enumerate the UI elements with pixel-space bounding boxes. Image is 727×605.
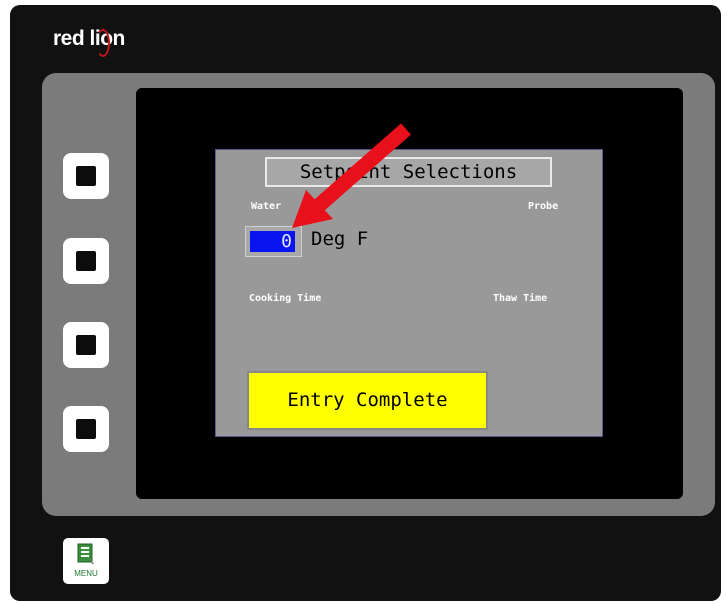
soft-key-1[interactable] — [63, 153, 109, 199]
cooking-time-label: Cooking Time — [249, 293, 322, 304]
soft-key-icon — [76, 166, 96, 186]
menu-button[interactable]: MENU — [63, 538, 109, 584]
soft-key-2[interactable] — [63, 238, 109, 284]
lion-mark: i — [94, 27, 101, 50]
soft-key-icon — [76, 419, 96, 439]
menu-icon — [77, 543, 94, 564]
probe-label: Probe — [528, 201, 559, 212]
soft-key-4[interactable] — [63, 406, 109, 452]
soft-key-icon — [76, 335, 96, 355]
red-lion-logo: red lion — [53, 27, 125, 50]
temperature-setpoint-field[interactable]: 0 — [245, 226, 302, 257]
thaw-time-label: Thaw Time — [493, 293, 548, 304]
soft-key-3[interactable] — [63, 322, 109, 368]
page-title: Setpoint Selections — [265, 157, 552, 187]
temperature-value: 0 — [250, 231, 295, 252]
soft-key-icon — [76, 251, 96, 271]
water-label: Water — [251, 201, 282, 212]
entry-complete-button[interactable]: Entry Complete — [247, 371, 488, 430]
hmi-display: Setpoint Selections Water Probe 0 Deg F … — [215, 149, 603, 437]
temperature-unit: Deg F — [311, 228, 369, 250]
menu-label: MENU — [74, 569, 98, 578]
